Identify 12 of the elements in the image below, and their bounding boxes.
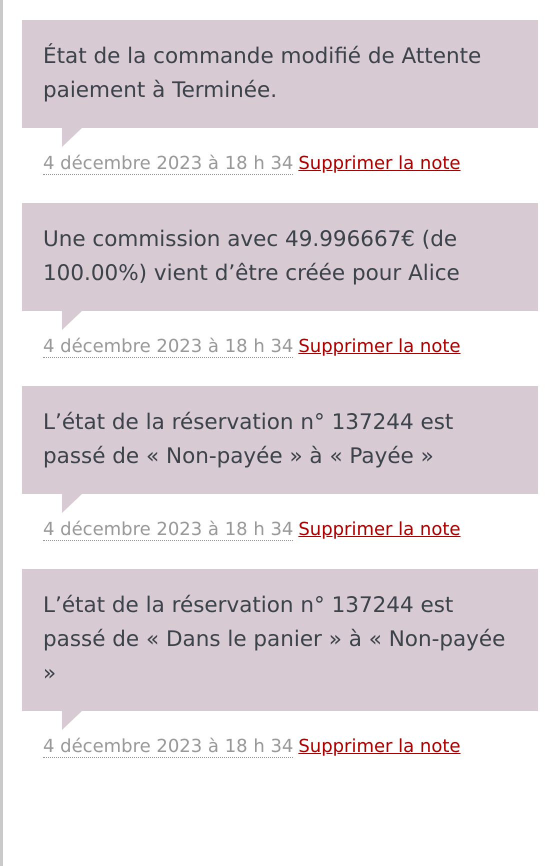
note-date: 4 décembre 2023 à 18 h 34 <box>43 519 294 541</box>
note-date: 4 décembre 2023 à 18 h 34 <box>43 336 294 358</box>
delete-note-link[interactable]: Supprimer la note <box>298 736 460 757</box>
note-text: Une commission avec 49.996667€ (de 100.00%) vient d’être créée pour Alice <box>43 227 460 286</box>
note-text: État de la commande modifié de Attente paiement à Terminée. <box>43 44 482 103</box>
delete-note-link[interactable]: Supprimer la note <box>298 519 460 540</box>
note-date: 4 décembre 2023 à 18 h 34 <box>43 153 294 175</box>
delete-note-link[interactable]: Supprimer la note <box>298 153 460 174</box>
note-text: L’état de la réservation n° 137244 est passé de « Non-payée » à « Payée » <box>43 410 454 469</box>
note-text: L’état de la réservation n° 137244 est passé de « Dans le panier » à « Non-payée » <box>43 593 506 686</box>
note-date: 4 décembre 2023 à 18 h 34 <box>43 736 294 758</box>
delete-note-link[interactable]: Supprimer la note <box>298 336 460 357</box>
